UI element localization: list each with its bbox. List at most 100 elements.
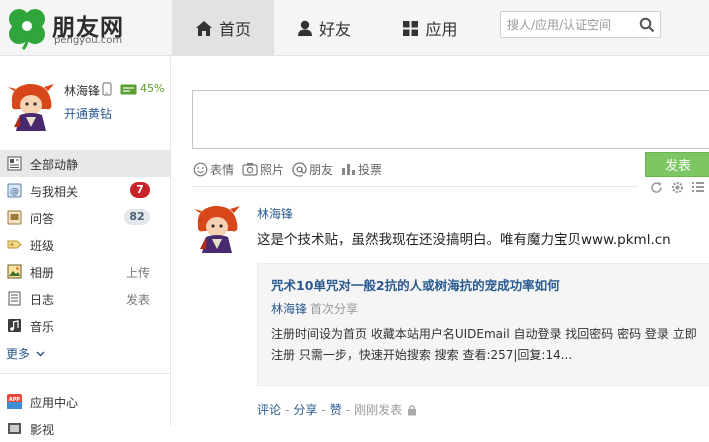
post-author-name[interactable]: 林海锋: [257, 205, 293, 222]
status-composer: [192, 90, 709, 149]
sidebar-item-label: 全部动静: [30, 158, 79, 172]
sidebar-item-video[interactable]: 影视: [0, 415, 170, 442]
sidebar-item-app-center[interactable]: APP 应用中心: [0, 388, 170, 415]
logo-domain: pengyou.com: [54, 35, 123, 46]
notification-badge: 7: [130, 182, 150, 198]
qa-icon: [7, 210, 22, 225]
sidebar-item-label: 相册: [30, 266, 55, 280]
nav-friends-label: 好友: [318, 20, 351, 39]
sidebar-item-label: 日志: [30, 293, 55, 307]
class-icon: [7, 237, 22, 252]
sidebar-item-label: 音乐: [30, 320, 55, 334]
friend-label: 朋友: [309, 162, 334, 177]
action-separator: -: [285, 402, 290, 417]
vote-button[interactable]: 投票: [341, 159, 382, 179]
clover-logo-icon: [9, 9, 45, 50]
sidebar-item-qa[interactable]: 问答 82: [0, 204, 170, 231]
svg-text:@: @: [10, 187, 19, 197]
action-separator: -: [345, 402, 351, 417]
mention-friend-button[interactable]: 朋友: [292, 159, 333, 179]
sidebar-menu-apps: APP 应用中心 影视: [0, 388, 170, 442]
blog-icon: [7, 291, 22, 306]
open-vip-link[interactable]: 开通黄钻: [64, 105, 112, 122]
photo-button[interactable]: 照片: [242, 159, 284, 179]
main-nav: 首页 好友 应用: [172, 0, 486, 56]
lock-icon[interactable]: [407, 404, 417, 416]
svg-text:APP: APP: [9, 397, 21, 403]
vote-label: 投票: [358, 162, 383, 177]
profile-name[interactable]: 林海锋: [64, 82, 100, 99]
post-actions: 评论 - 分享 - 赞 - 刚刚发表: [257, 401, 417, 418]
more-menu-link[interactable]: 更多: [6, 345, 45, 362]
like-link[interactable]: 赞: [330, 401, 342, 418]
video-icon: [7, 421, 22, 436]
bar-chart-icon: [341, 162, 356, 176]
nav-friends[interactable]: 好友: [274, 0, 374, 56]
emoji-label: 表情: [210, 162, 235, 177]
grid-icon: [402, 20, 419, 37]
count-badge: 82: [124, 209, 150, 225]
upload-link[interactable]: 上传: [126, 264, 150, 281]
mobile-icon[interactable]: [102, 82, 112, 99]
publish-button[interactable]: 发表: [645, 152, 709, 177]
shared-excerpt: 注册时间设为首页 收藏本站用户名UIDEmail 自动登录 找回密码 密码 登录…: [271, 327, 697, 362]
feed-controls: [650, 181, 709, 194]
search-box: [500, 11, 661, 38]
sidebar-item-music[interactable]: 音乐: [0, 312, 170, 339]
nav-home[interactable]: 首页: [172, 0, 274, 56]
shared-author-name[interactable]: 林海锋: [271, 300, 307, 317]
action-separator: -: [321, 402, 326, 417]
person-icon: [297, 20, 313, 37]
sidebar-item-mentions[interactable]: @ 与我相关 7: [0, 177, 170, 204]
app-center-icon: APP: [7, 394, 22, 409]
composer-toolbar: 表情 照片 朋友 投票: [193, 159, 390, 179]
chevron-down-icon: [34, 347, 45, 361]
nav-home-label: 首页: [218, 20, 251, 39]
emoji-button[interactable]: 表情: [193, 159, 234, 179]
photo-label: 照片: [260, 162, 285, 177]
album-icon: [7, 264, 22, 279]
composer-divider: [192, 186, 638, 187]
first-share-label: 首次分享: [310, 302, 359, 316]
sidebar-item-label: 应用中心: [30, 396, 79, 410]
feed-icon: [7, 156, 22, 171]
smiley-icon: [193, 162, 208, 177]
refresh-icon[interactable]: [650, 181, 663, 194]
sidebar-item-label: 与我相关: [30, 185, 79, 199]
top-header: 朋友网 pengyou.com 首页 好友 应用: [0, 0, 709, 56]
nav-apps[interactable]: 应用: [374, 0, 486, 56]
comment-link[interactable]: 评论: [257, 401, 281, 418]
mention-icon: @: [7, 183, 22, 198]
publish-blog-link[interactable]: 发表: [126, 291, 150, 308]
pengyou-logo[interactable]: 朋友网 pengyou.com: [6, 6, 166, 50]
sidebar-item-class[interactable]: 班级: [0, 231, 170, 258]
vip-card-icon[interactable]: [120, 84, 137, 98]
camera-icon: [242, 162, 258, 176]
sidebar-item-label: 问答: [30, 212, 55, 226]
sidebar-item-label: 影视: [30, 423, 55, 437]
status-input[interactable]: [193, 91, 709, 148]
sidebar-menu: 全部动静 @ 与我相关 7 问答 82 班级 相册 上传 日志 发表 音乐: [0, 150, 170, 339]
music-icon: [7, 318, 22, 333]
share-link[interactable]: 分享: [293, 401, 317, 418]
search-icon[interactable]: [639, 17, 655, 33]
sidebar-item-album[interactable]: 相册 上传: [0, 258, 170, 285]
search-input[interactable]: [507, 15, 635, 34]
nav-apps-label: 应用: [425, 20, 458, 39]
sidebar-item-label: 班级: [30, 239, 55, 253]
profile-avatar[interactable]: [6, 81, 56, 131]
sidebar-item-all-feed[interactable]: 全部动静: [0, 150, 170, 177]
post-text: 这是个技术贴，虽然我现在还没搞明白。唯有魔力宝贝www.pkml.cn: [257, 232, 671, 248]
sidebar-item-blog[interactable]: 日志 发表: [0, 285, 170, 312]
at-sign-icon: [292, 161, 307, 177]
gear-icon[interactable]: [671, 181, 684, 194]
shared-link-card[interactable]: 咒术10单咒对一般2抗的人或树海抗的宠成功率如何 林海锋 首次分享 注册时间设为…: [257, 263, 709, 386]
sidebar-divider: [0, 373, 170, 374]
post-time: 刚刚发表: [354, 403, 403, 417]
shared-title-link[interactable]: 咒术10单咒对一般2抗的人或树海抗的宠成功率如何: [271, 275, 560, 294]
vip-percent: 45%: [140, 82, 165, 95]
home-icon: [195, 20, 213, 37]
left-sidebar: 林海锋 45% 开通黄钻 全部动静 @ 与我相关 7 问答 82 班级 相册 上…: [0, 57, 171, 437]
post-author-avatar[interactable]: [192, 203, 242, 253]
list-view-icon[interactable]: [692, 181, 704, 194]
